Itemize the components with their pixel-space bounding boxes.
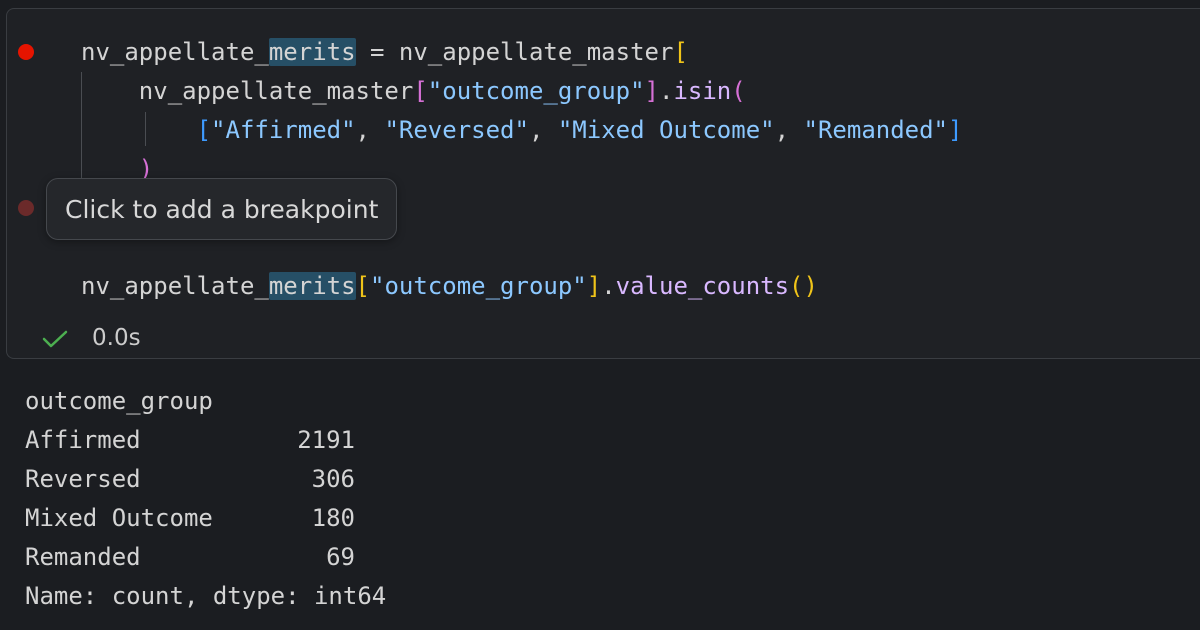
- breakpoint-icon[interactable]: [18, 44, 34, 60]
- output-row: Mixed Outcome 180: [25, 499, 386, 538]
- output-row-value: 2191: [297, 426, 355, 454]
- bracket: [: [673, 38, 688, 66]
- separator: ,: [774, 116, 804, 144]
- output-row-label: Affirmed: [25, 426, 141, 454]
- code-editor[interactable]: nv_appellate_merits = nv_appellate_maste…: [0, 0, 1200, 380]
- bracket: [: [355, 272, 370, 300]
- separator: ,: [355, 116, 385, 144]
- execution-status: 0.0s: [42, 320, 141, 356]
- code-line-3[interactable]: ["Affirmed", "Reversed", "Mixed Outcome"…: [81, 112, 963, 148]
- string-literal: "Reversed": [384, 116, 529, 144]
- output-row-label: Reversed: [25, 465, 141, 493]
- output-row-value: 306: [311, 465, 355, 493]
- output-row: Reversed 306: [25, 460, 386, 499]
- bracket: [: [413, 77, 428, 105]
- output-header: outcome_group: [25, 387, 213, 415]
- breakpoint-hint-icon[interactable]: [18, 200, 34, 216]
- dot: .: [659, 77, 674, 105]
- cell-output: outcome_group Affirmed 2191 Reversed 306 Mixe…: [25, 382, 386, 616]
- execution-time: 0.0s: [92, 325, 141, 351]
- paren: (: [731, 77, 746, 105]
- variable-name: nv_appellate_: [81, 38, 269, 66]
- output-row-value: 69: [326, 543, 355, 571]
- string-literal: "outcome_group": [370, 272, 587, 300]
- output-row-value: 180: [311, 504, 355, 532]
- separator: ,: [528, 116, 558, 144]
- output-row: Affirmed 2191: [25, 421, 386, 460]
- assignment-expr: = nv_appellate_master: [355, 38, 674, 66]
- string-literal: "Affirmed": [211, 116, 356, 144]
- output-row-label: Remanded: [25, 543, 141, 571]
- code-line-1[interactable]: nv_appellate_merits = nv_appellate_maste…: [81, 34, 688, 70]
- method-name: isin: [673, 77, 732, 105]
- paren: (): [789, 272, 818, 300]
- bracket: [: [196, 116, 212, 144]
- bracket: ]: [644, 77, 659, 105]
- breakpoint-tooltip: Click to add a breakpoint: [46, 178, 398, 240]
- bracket: ]: [586, 272, 602, 300]
- string-literal: "outcome_group": [427, 77, 645, 105]
- output-footer: Name: count, dtype: int64: [25, 582, 387, 610]
- variable-name: nv_appellate_: [81, 272, 269, 300]
- method-name: value_counts: [615, 272, 790, 300]
- string-literal: "Mixed Outcome": [557, 116, 775, 144]
- code-line-2[interactable]: nv_appellate_master["outcome_group"].isi…: [81, 73, 746, 109]
- highlighted-word: merits: [268, 38, 356, 66]
- string-literal: "Remanded": [803, 116, 949, 144]
- variable-name: nv_appellate_master: [138, 77, 414, 105]
- highlighted-word: merits: [268, 272, 356, 300]
- bracket: ]: [948, 116, 963, 144]
- check-icon: [42, 330, 68, 347]
- output-row: Remanded 69: [25, 538, 386, 577]
- code-line-6[interactable]: nv_appellate_merits["outcome_group"].val…: [81, 268, 818, 304]
- output-row-label: Mixed Outcome: [25, 504, 213, 532]
- dot: .: [601, 272, 616, 300]
